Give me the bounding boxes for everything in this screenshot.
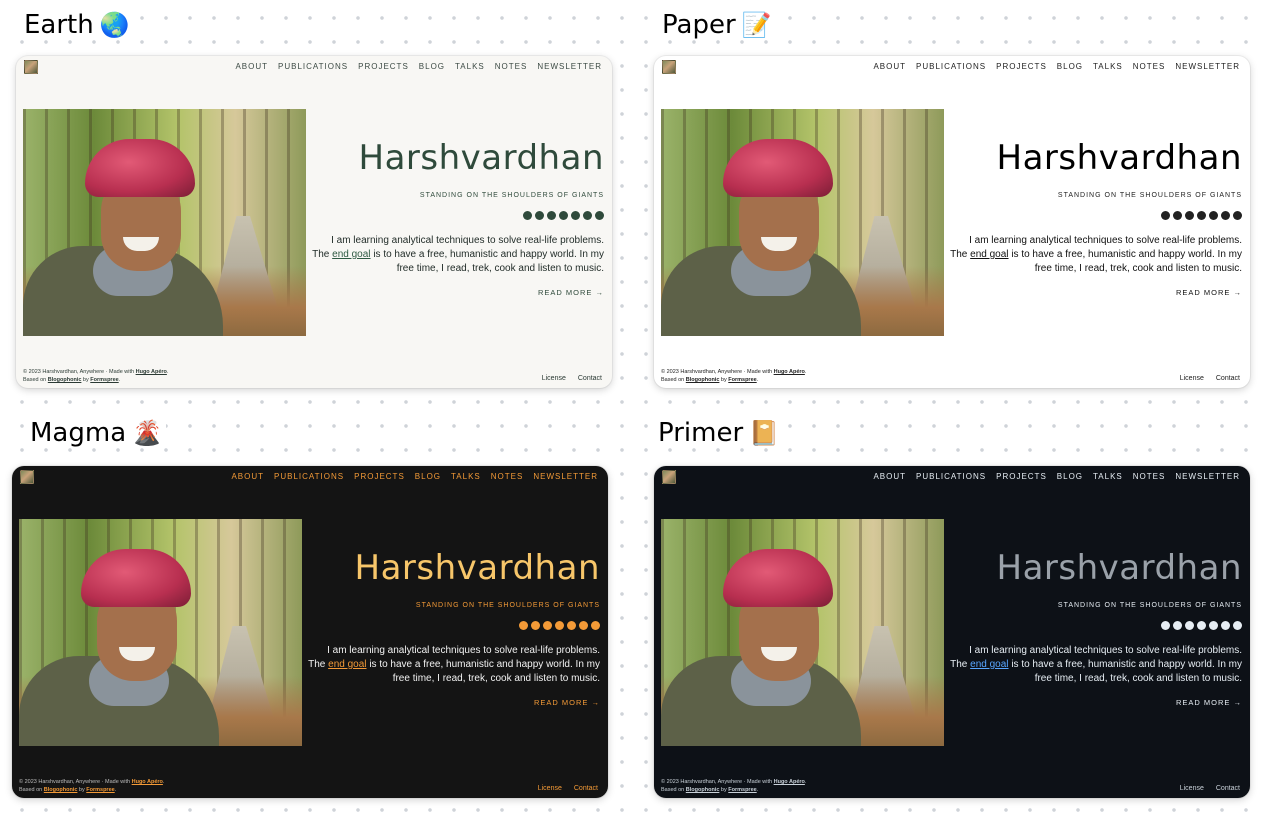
nav-projects[interactable]: Projects (354, 472, 405, 481)
scholar-icon[interactable] (567, 621, 576, 630)
site-logo[interactable] (662, 470, 676, 484)
volcano-icon: 🌋 (132, 419, 163, 447)
nav-blog[interactable]: Blog (1057, 472, 1083, 481)
github-icon[interactable] (1161, 621, 1170, 630)
social-links (950, 621, 1242, 630)
social-links (308, 621, 600, 630)
end-goal-link[interactable]: end goal (328, 659, 366, 670)
license-link[interactable]: License (538, 785, 562, 792)
theme-name: Primer (658, 418, 744, 448)
footer-credits: © 2023 Harshvardhan, Anywhere · Made wit… (19, 779, 165, 793)
nav-about[interactable]: About (873, 472, 906, 481)
footer-links: License Contact (1180, 785, 1240, 792)
blogophonic-link[interactable]: Blogophonic (686, 787, 720, 793)
theme-name: Magma (30, 418, 127, 448)
contact-link[interactable]: Contact (1216, 785, 1240, 792)
nav-talks[interactable]: Talks (1093, 472, 1123, 481)
nav-about[interactable]: About (231, 472, 264, 481)
theme-title: Primer 📔 (654, 418, 784, 448)
linkedin-icon[interactable] (1173, 621, 1182, 630)
site-screenshot: About Publications Projects Blog Talks N… (654, 466, 1250, 798)
hero-section: Harshvardhan Standing on the shoulders o… (308, 548, 600, 707)
hero-bio: I am learning analytical techniques to s… (950, 645, 1242, 684)
formspree-link[interactable]: Formspree (728, 787, 756, 793)
linkedin-icon[interactable] (531, 621, 540, 630)
theme-title: Magma 🌋 (26, 418, 167, 448)
read-more-link[interactable]: Read More → (308, 698, 600, 707)
nav-notes[interactable]: Notes (1133, 472, 1166, 481)
profile-photo (661, 519, 944, 746)
hugo-apero-link[interactable]: Hugo Apéro (774, 779, 805, 785)
read-more-link[interactable]: Read More → (950, 698, 1242, 707)
twitter-icon[interactable] (543, 621, 552, 630)
contact-link[interactable]: Contact (574, 785, 598, 792)
site-screenshot: About Publications Projects Blog Talks N… (12, 466, 608, 798)
theme-magma-preview: Magma 🌋 About Publications Projects Blog… (0, 0, 612, 798)
hero-name: Harshvardhan (996, 548, 1242, 588)
footer-credits: © 2023 Harshvardhan, Anywhere · Made wit… (661, 779, 807, 793)
theme-primer-preview: Primer 📔 About Publications Projects Blo… (638, 0, 1250, 798)
site-nav: About Publications Projects Blog Talks N… (231, 472, 598, 481)
blogophonic-link[interactable]: Blogophonic (44, 787, 78, 793)
formspree-link[interactable]: Formspree (86, 787, 114, 793)
nav-newsletter[interactable]: Newsletter (533, 472, 598, 481)
nav-talks[interactable]: Talks (451, 472, 481, 481)
hero-tagline: Standing on the shoulders of giants (1057, 602, 1242, 609)
nav-blog[interactable]: Blog (415, 472, 441, 481)
orcid-icon[interactable] (1197, 621, 1206, 630)
site-nav: About Publications Projects Blog Talks N… (873, 472, 1240, 481)
spotify-icon[interactable] (579, 621, 588, 630)
spotify-icon[interactable] (1221, 621, 1230, 630)
nav-publications[interactable]: Publications (916, 472, 986, 481)
notebook-icon: 📔 (749, 419, 780, 447)
twitter-icon[interactable] (1185, 621, 1194, 630)
hero-bio: I am learning analytical techniques to s… (308, 645, 600, 684)
hero-section: Harshvardhan Standing on the shoulders o… (950, 548, 1242, 707)
site-logo[interactable] (20, 470, 34, 484)
hugo-apero-link[interactable]: Hugo Apéro (132, 779, 163, 785)
license-link[interactable]: License (1180, 785, 1204, 792)
nav-newsletter[interactable]: Newsletter (1175, 472, 1240, 481)
rss-icon[interactable] (1233, 621, 1242, 630)
github-icon[interactable] (519, 621, 528, 630)
rss-icon[interactable] (591, 621, 600, 630)
scholar-icon[interactable] (1209, 621, 1218, 630)
footer-links: License Contact (538, 785, 598, 792)
orcid-icon[interactable] (555, 621, 564, 630)
hero-name: Harshvardhan (354, 548, 600, 588)
hero-tagline: Standing on the shoulders of giants (415, 602, 600, 609)
nav-projects[interactable]: Projects (996, 472, 1047, 481)
nav-publications[interactable]: Publications (274, 472, 344, 481)
profile-photo (19, 519, 302, 746)
nav-notes[interactable]: Notes (491, 472, 524, 481)
end-goal-link[interactable]: end goal (970, 659, 1008, 670)
